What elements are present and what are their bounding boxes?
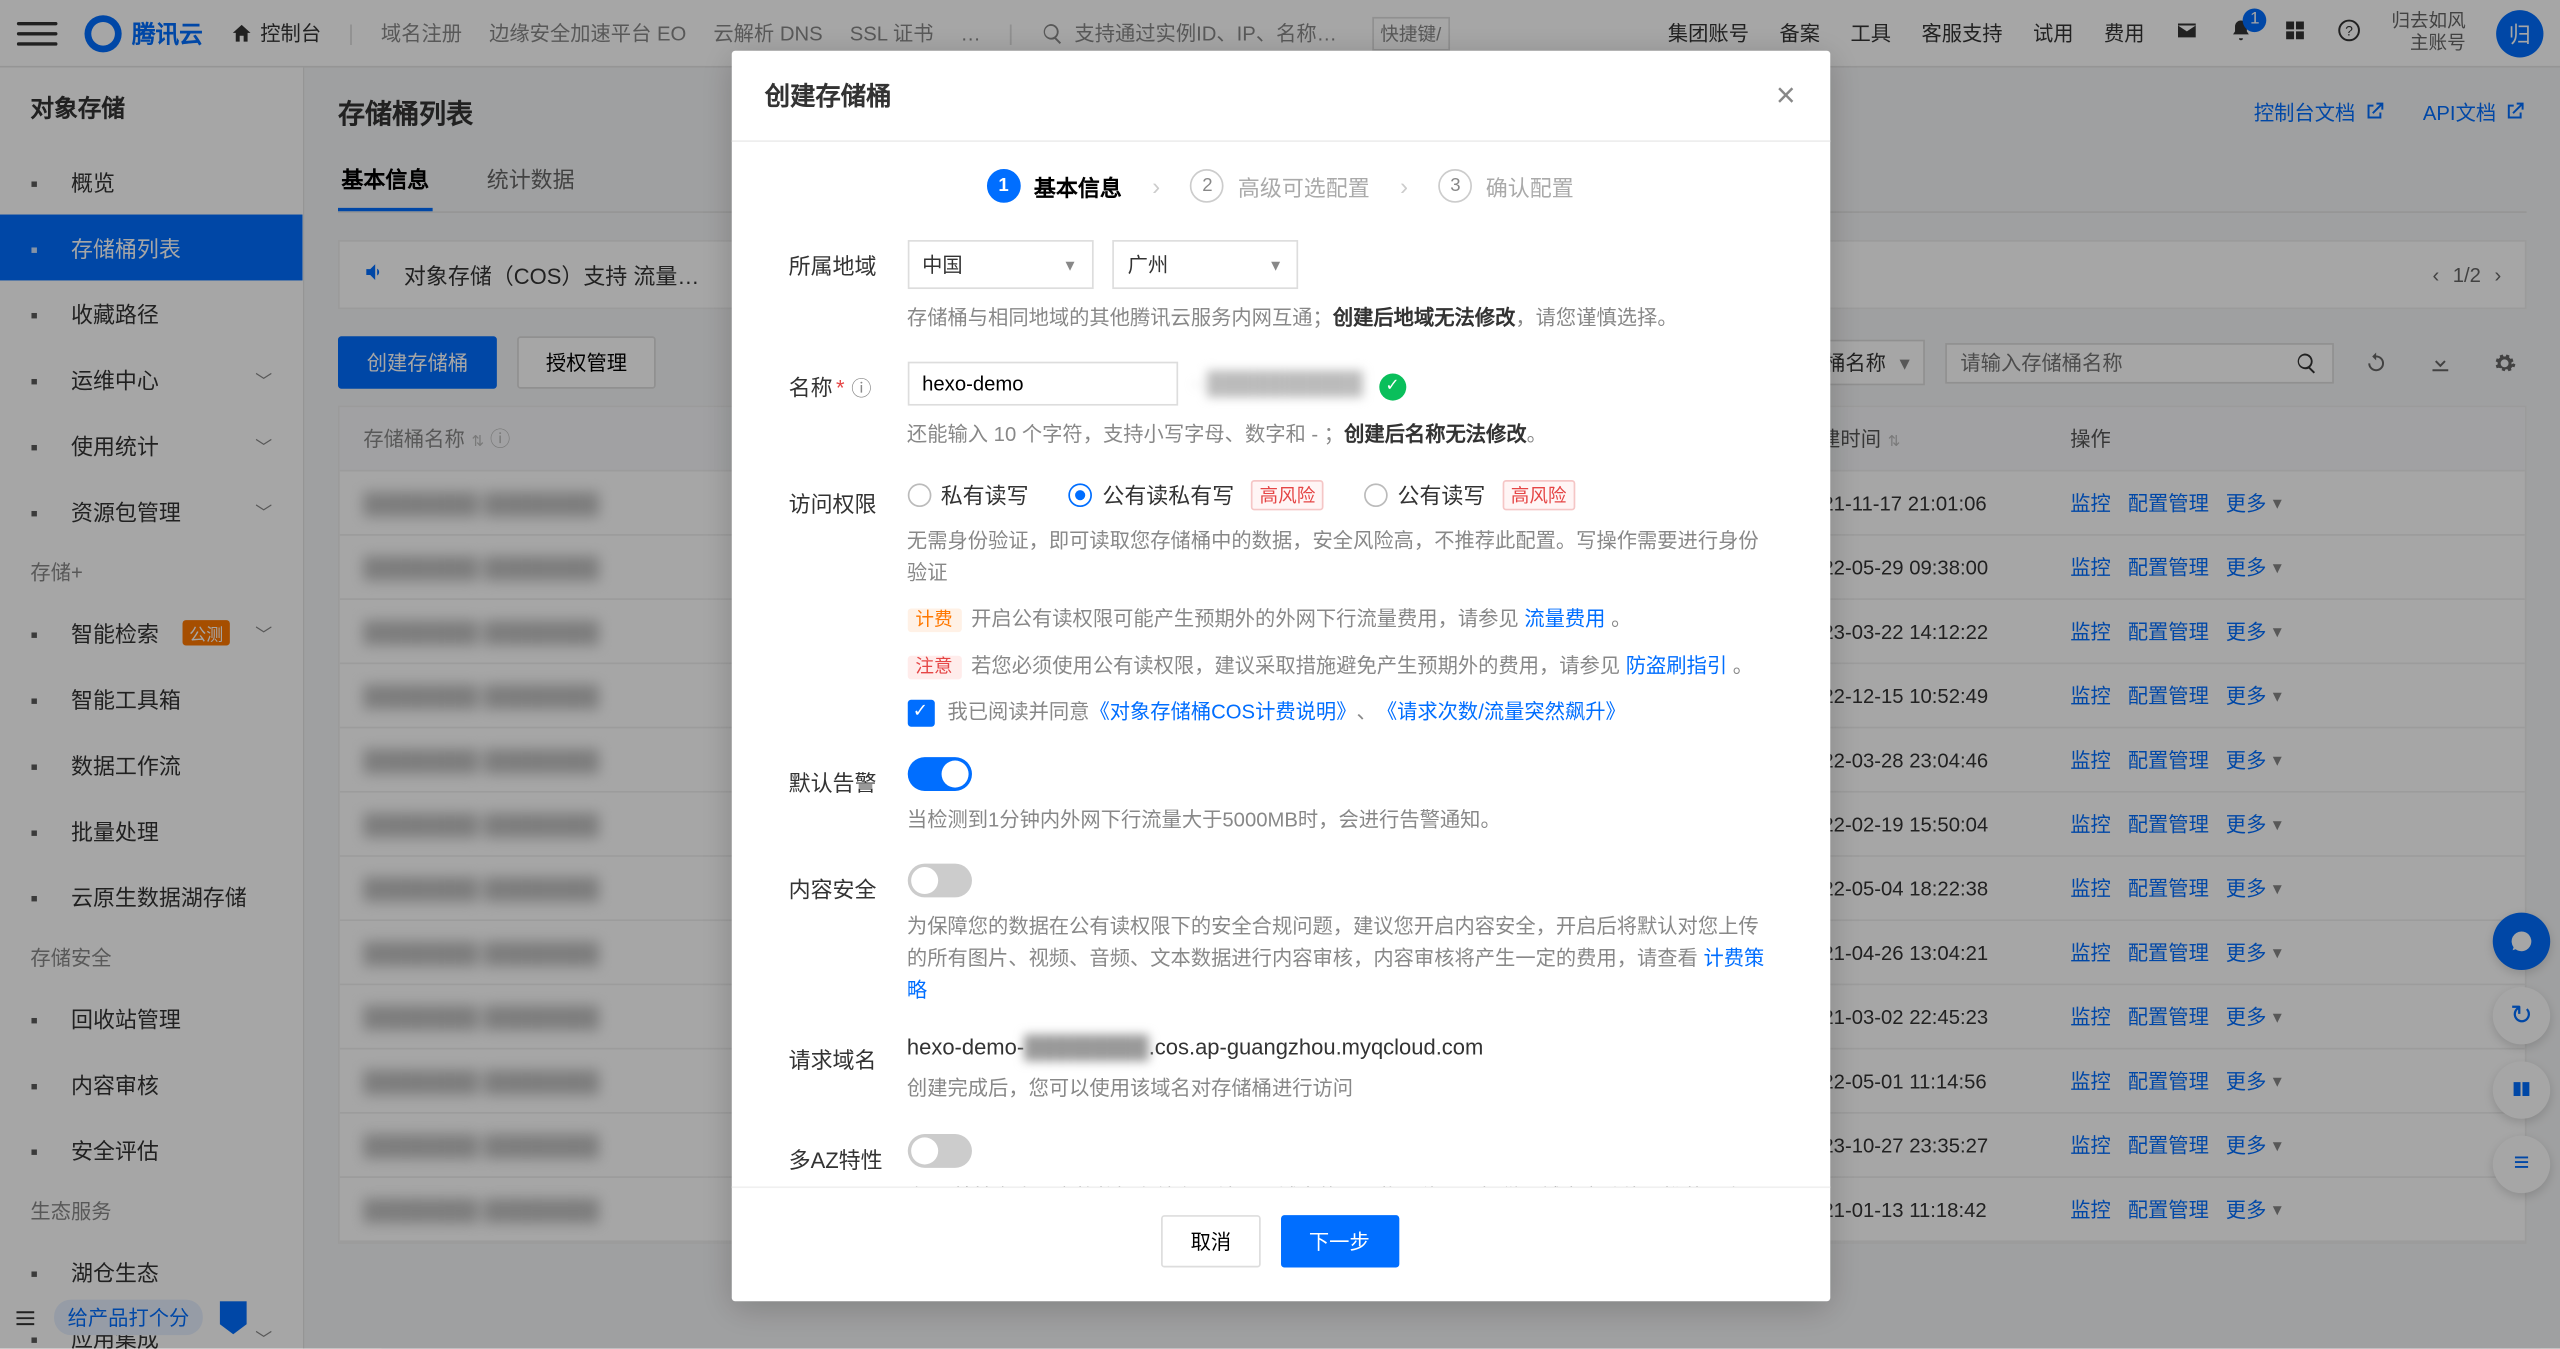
create-bucket-modal: 创建存储桶 × 1基本信息 › 2高级可选配置 › 3确认配置 所属地域 中国▼… (731, 51, 1830, 1302)
close-icon[interactable]: × (1776, 79, 1796, 113)
info-icon[interactable]: ⓘ (851, 377, 871, 401)
safe-toggle[interactable] (907, 863, 971, 897)
cancel-button[interactable]: 取消 (1162, 1215, 1260, 1267)
bucket-suffix: - ██████████ (1193, 370, 1362, 395)
domain-tip: 创建完成后，您可以使用该域名对存储桶进行访问 (907, 1074, 1772, 1106)
bucket-name-input[interactable] (907, 362, 1177, 406)
name-tip: 还能输入 10 个字符，支持小写字母、数字和 - ；创建后名称无法修改。 (907, 419, 1772, 451)
label-name: 名称*ⓘ (788, 362, 906, 452)
region-country-select[interactable]: 中国▼ (907, 240, 1093, 289)
label-acl: 访问权限 (788, 479, 906, 730)
region-tip: 存储桶与相同地域的其他腾讯云服务内网互通；创建后地域无法修改，请您谨慎选择。 (907, 303, 1772, 335)
check-icon: ✓ (1379, 373, 1406, 400)
modal-steps: 1基本信息 › 2高级可选配置 › 3确认配置 (731, 142, 1830, 227)
acl-public-rw[interactable]: 公有读写高风险 (1363, 479, 1574, 511)
region-city-select[interactable]: 广州▼ (1112, 240, 1298, 289)
alert-toggle[interactable] (907, 756, 971, 790)
next-button[interactable]: 下一步 (1280, 1215, 1398, 1267)
label-safe: 内容安全 (788, 863, 906, 1008)
modal-title: 创建存储桶 (765, 78, 892, 113)
agree-link-2[interactable]: 《请求次数/流量突然飙升》 (1377, 697, 1626, 729)
label-domain: 请求域名 (788, 1035, 906, 1106)
fee-tip: 计费开启公有读权限可能产生预期外的外网下行流量费用，请参见 流量费用 。 (907, 604, 1772, 637)
label-region: 所属地域 (788, 240, 906, 335)
step-3: 3确认配置 (1438, 169, 1573, 203)
warn-tip: 注意若您必须使用公有读权限，建议采取措施避免产生预期外的费用，请参见 防盗刷指引… (907, 650, 1772, 683)
acl-tip: 无需身份验证，即可读取您存储桶中的数据，安全风险高，不推荐此配置。写操作需要进行… (907, 525, 1772, 590)
acl-public-read[interactable]: 公有读私有写高风险 (1068, 479, 1323, 511)
domain-value: hexo-demo-████████.cos.ap-guangzhou.myqc… (907, 1035, 1772, 1060)
safe-tip: 为保障您的数据在公有读权限下的安全合规问题，建议您开启内容安全，开启后将默认对您… (907, 911, 1772, 1008)
agree-checkbox[interactable]: ✓ (907, 700, 934, 727)
fee-link[interactable]: 流量费用 (1524, 607, 1605, 631)
maz-toggle[interactable] (907, 1133, 971, 1167)
modal-mask: 创建存储桶 × 1基本信息 › 2高级可选配置 › 3确认配置 所属地域 中国▼… (0, 0, 2560, 1349)
warn-link[interactable]: 防盗刷指引 (1626, 654, 1727, 678)
agree-row[interactable]: ✓ 我已阅读并同意 《对象存储桶COS计费说明》 、 《请求次数/流量突然飙升》 (907, 697, 1772, 729)
agree-link-1[interactable]: 《对象存储桶COS计费说明》 (1089, 697, 1356, 729)
step-2: 2高级可选配置 (1191, 169, 1370, 203)
label-maz: 多AZ特性 (788, 1133, 906, 1186)
step-1: 1基本信息 (987, 169, 1122, 203)
alert-tip: 当检测到1分钟内外网下行流量大于5000MB时，会进行告警通知。 (907, 804, 1772, 836)
label-alert: 默认告警 (788, 756, 906, 836)
acl-private[interactable]: 私有读写 (907, 479, 1029, 511)
